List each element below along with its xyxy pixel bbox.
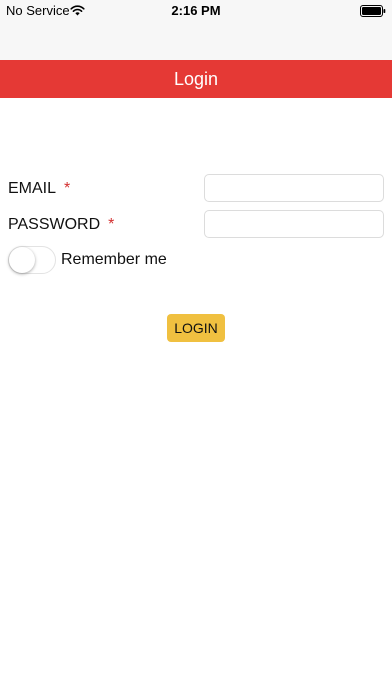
page-title: Login xyxy=(173,68,219,89)
password-field[interactable] xyxy=(204,210,384,238)
clock: 2:16 PM xyxy=(171,3,221,18)
password-required-marker: * xyxy=(108,216,115,233)
toggle-knob xyxy=(9,247,35,273)
status-bar: No Service 2:16 PM xyxy=(0,0,392,22)
login-button[interactable]: LOGIN xyxy=(167,314,225,342)
battery-icon xyxy=(360,4,386,22)
nav-bar-background xyxy=(0,22,392,60)
email-required-marker: * xyxy=(64,180,71,197)
remember-me-label: Remember me xyxy=(61,251,167,268)
email-label: EMAIL * xyxy=(8,180,70,198)
email-field[interactable] xyxy=(204,174,384,202)
email-label-text: EMAIL xyxy=(8,180,57,197)
password-label: PASSWORD * xyxy=(8,216,114,234)
login-header: Login xyxy=(0,60,392,98)
password-label-text: PASSWORD xyxy=(8,216,101,233)
remember-me-toggle[interactable] xyxy=(8,246,56,274)
